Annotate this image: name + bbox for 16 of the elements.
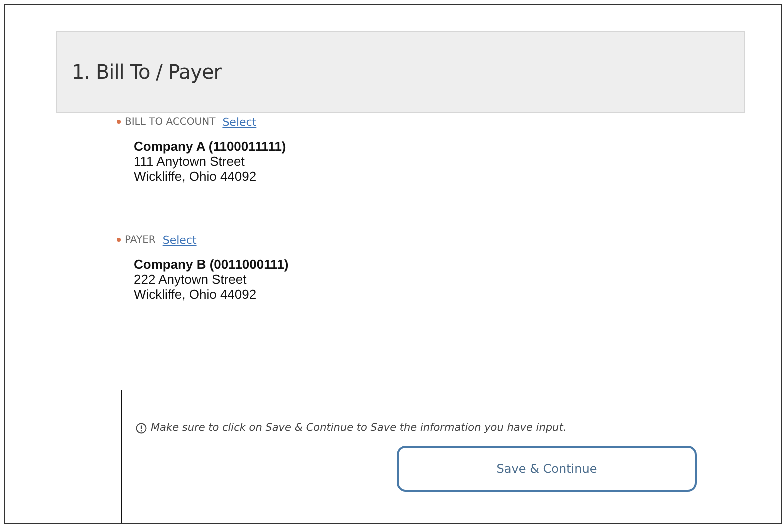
- save-reminder: Make sure to click on Save & Continue to Save the information you have input.: [151, 422, 567, 434]
- address-line: 111 Anytown Street: [134, 154, 246, 169]
- address-line: Wickliffe, Ohio 44092: [134, 287, 258, 302]
- info-icon: [136, 422, 147, 434]
- select-link[interactable]: Select: [222, 116, 257, 128]
- section-title: 1. Bill To / Payer: [72, 60, 222, 84]
- required-dot-icon: [117, 120, 121, 124]
- field-label: PAYER: [125, 234, 156, 246]
- company-name: Company A (1100011111): [134, 139, 288, 154]
- select-link[interactable]: Select: [162, 234, 197, 246]
- save-continue-button[interactable]: Save & Continue: [397, 446, 697, 492]
- company-name: Company B (0011000111): [134, 257, 290, 272]
- field-label: BILL TO ACCOUNT: [125, 116, 216, 128]
- required-dot-icon: [117, 238, 121, 242]
- address-line: 222 Anytown Street: [134, 272, 248, 287]
- address-line: Wickliffe, Ohio 44092: [134, 169, 258, 184]
